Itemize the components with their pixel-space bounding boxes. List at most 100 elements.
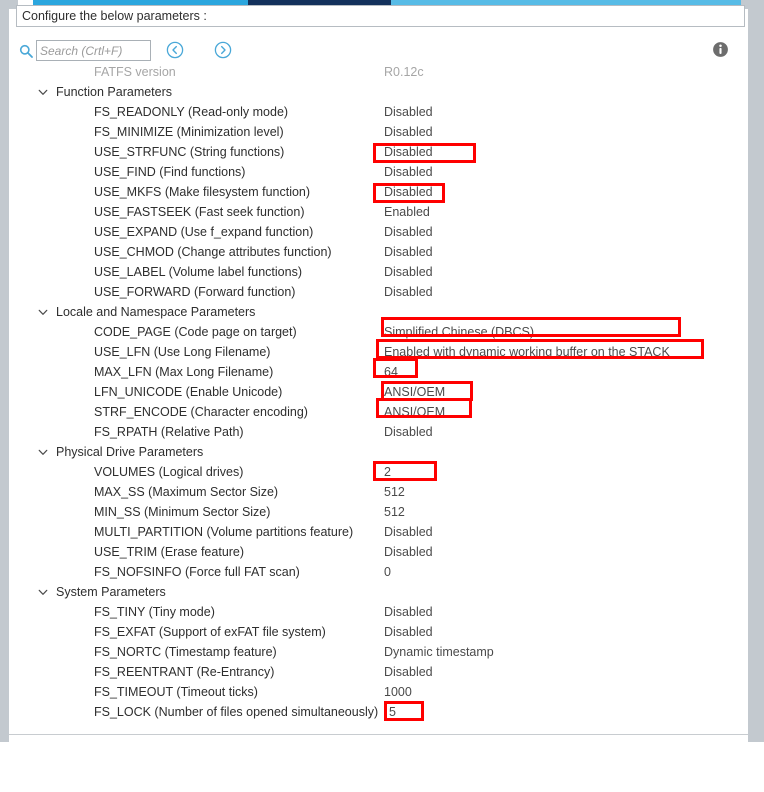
parameter-label: FS_MINIMIZE (Minimization level) [94, 125, 284, 139]
parameter-row[interactable]: FS_REENTRANT (Re-Entrancy) Disabled [16, 662, 728, 682]
parameter-row[interactable]: MIN_SS (Minimum Sector Size) 512 [16, 502, 728, 522]
parameter-label: MIN_SS (Minimum Sector Size) [94, 505, 271, 519]
chevron-down-icon[interactable] [36, 82, 50, 102]
configure-header-text: Configure the below parameters : [22, 9, 207, 23]
vertical-scrollbar-track[interactable] [737, 62, 747, 734]
parameter-value[interactable]: Disabled [384, 542, 433, 562]
parameter-value[interactable]: R0.12c [384, 62, 424, 82]
parameter-rows: FATFS version R0.12c Function Parameters FS… [16, 62, 728, 722]
parameter-value[interactable]: Disabled [384, 282, 433, 302]
parameter-label: USE_CHMOD (Change attributes function) [94, 245, 332, 259]
right-rail [748, 9, 764, 742]
parameter-value[interactable]: Simplified Chinese (DBCS) [384, 322, 534, 342]
parameter-value[interactable]: Disabled [384, 262, 433, 282]
parameter-value[interactable]: Dynamic timestamp [384, 642, 494, 662]
parameter-value[interactable]: Disabled [384, 162, 433, 182]
parameter-row[interactable]: FS_TIMEOUT (Timeout ticks) 1000 [16, 682, 728, 702]
next-circle-icon[interactable] [214, 41, 232, 59]
group-label: System Parameters [56, 585, 166, 599]
group-label: Locale and Namespace Parameters [56, 305, 256, 319]
parameter-value[interactable]: 0 [384, 562, 391, 582]
parameter-row[interactable]: USE_MKFS (Make filesystem function) Disab… [16, 182, 728, 203]
parameter-label: FS_NORTC (Timestamp feature) [94, 645, 277, 659]
parameter-row[interactable]: FS_READONLY (Read-only mode) Disabled [16, 102, 728, 122]
parameter-value[interactable]: Disabled [384, 122, 433, 142]
parameter-value[interactable]: Disabled [384, 102, 433, 122]
parameter-row[interactable]: USE_FORWARD (Forward function) Disabled [16, 282, 728, 302]
parameter-row[interactable]: FS_EXFAT (Support of exFAT file system) D… [16, 622, 728, 642]
parameter-value[interactable]: 1000 [384, 682, 412, 702]
parameter-row[interactable]: USE_LFN (Use Long Filename) Enabled with … [16, 339, 728, 362]
parameter-row[interactable]: USE_CHMOD (Change attributes function) Di… [16, 242, 728, 262]
parameter-value[interactable]: Disabled [384, 182, 433, 202]
parameter-row[interactable]: USE_TRIM (Erase feature) Disabled [16, 542, 728, 562]
parameter-label: FS_RPATH (Relative Path) [94, 425, 244, 439]
parameter-group-row[interactable]: Function Parameters [16, 82, 728, 102]
parameter-label: MAX_SS (Maximum Sector Size) [94, 485, 279, 499]
parameter-row[interactable]: USE_FIND (Find functions) Disabled [16, 162, 728, 182]
parameter-value[interactable]: ANSI/OEM [384, 402, 445, 422]
parameter-row[interactable]: FS_NORTC (Timestamp feature) Dynamic time… [16, 642, 728, 662]
parameter-row[interactable]: FS_RPATH (Relative Path) Disabled [16, 422, 728, 442]
fatfs-configuration-window: Configure the below parameters : Search … [0, 0, 764, 743]
parameter-value[interactable]: Enabled with dynamic working buffer on t… [384, 342, 670, 362]
parameter-row[interactable]: USE_LABEL (Volume label functions) Disabl… [16, 262, 728, 282]
parameter-value[interactable]: Disabled [384, 242, 433, 262]
chevron-down-icon[interactable] [36, 582, 50, 602]
chevron-down-icon[interactable] [36, 442, 50, 462]
parameter-value[interactable]: Disabled [384, 622, 433, 642]
parameter-label: USE_FIND (Find functions) [94, 165, 246, 179]
parameter-label: FATFS version [94, 65, 176, 79]
group-label: Physical Drive Parameters [56, 445, 204, 459]
parameter-label: USE_FORWARD (Forward function) [94, 285, 296, 299]
parameter-label: MULTI_PARTITION (Volume partitions featu… [94, 525, 354, 539]
configure-header-bar: Configure the below parameters : [16, 5, 745, 27]
parameter-value[interactable]: Disabled [384, 522, 433, 542]
parameter-label: MAX_LFN (Max Long Filename) [94, 365, 274, 379]
parameter-row[interactable]: USE_EXPAND (Use f_expand function) Disabl… [16, 222, 728, 242]
annotation-highlight-box [373, 461, 437, 481]
parameter-row[interactable]: FATFS version R0.12c [16, 62, 728, 82]
parameter-row[interactable]: MAX_LFN (Max Long Filename) 64 [16, 358, 728, 382]
parameter-row[interactable]: LFN_UNICODE (Enable Unicode) ANSI/OEM [16, 381, 728, 402]
parameter-value[interactable]: 512 [384, 482, 405, 502]
search-input[interactable] [36, 40, 151, 61]
parameter-row[interactable]: FS_TINY (Tiny mode) Disabled [16, 602, 728, 622]
parameter-value[interactable]: Disabled [384, 662, 433, 682]
info-icon[interactable] [712, 41, 729, 58]
parameter-label: USE_FASTSEEK (Fast seek function) [94, 205, 305, 219]
parameter-row[interactable]: FS_MINIMIZE (Minimization level) Disabled [16, 122, 728, 142]
parameter-label: USE_MKFS (Make filesystem function) [94, 185, 311, 199]
parameter-value[interactable]: 2 [384, 462, 391, 482]
parameter-value[interactable]: Disabled [384, 422, 433, 442]
parameter-value[interactable]: 64 [384, 362, 398, 382]
parameter-label: STRF_ENCODE (Character encoding) [94, 405, 308, 419]
parameter-row[interactable]: STRF_ENCODE (Character encoding) ANSI/OEM [16, 398, 728, 422]
parameter-value[interactable]: Disabled [384, 222, 433, 242]
parameter-group-row[interactable]: System Parameters [16, 582, 728, 602]
parameter-label: USE_LFN (Use Long Filename) [94, 345, 271, 359]
parameter-row[interactable]: MULTI_PARTITION (Volume partitions featu… [16, 522, 728, 542]
parameter-value[interactable]: Disabled [384, 142, 433, 162]
parameter-value[interactable]: ANSI/OEM [384, 382, 445, 402]
parameter-row[interactable]: MAX_SS (Maximum Sector Size) 512 [16, 482, 728, 502]
parameter-row[interactable]: FS_LOCK (Number of files opened simultan… [16, 701, 728, 722]
parameter-value[interactable]: 512 [384, 502, 405, 522]
parameter-label: FS_REENTRANT (Re-Entrancy) [94, 665, 275, 679]
parameter-value[interactable]: Disabled [384, 602, 433, 622]
parameter-value[interactable]: Enabled [384, 202, 430, 222]
parameter-label: USE_STRFUNC (String functions) [94, 145, 285, 159]
parameter-group-row[interactable]: Physical Drive Parameters [16, 442, 728, 462]
parameter-row[interactable]: USE_STRFUNC (String functions) Disabled [16, 142, 728, 163]
parameter-label: CODE_PAGE (Code page on target) [94, 325, 297, 339]
parameter-label: USE_TRIM (Erase feature) [94, 545, 245, 559]
parameter-value[interactable]: 5 [389, 702, 396, 722]
chevron-down-icon[interactable] [36, 302, 50, 322]
parameters-pane: FATFS version R0.12c Function Parameters FS… [16, 62, 745, 735]
parameter-row[interactable]: VOLUMES (Logical drives) 2 [16, 461, 728, 482]
parameter-row[interactable]: USE_FASTSEEK (Fast seek function) Enabled [16, 202, 728, 222]
parameter-group-row[interactable]: Locale and Namespace Parameters [16, 302, 728, 322]
parameter-row[interactable]: CODE_PAGE (Code page on target) Simplifie… [16, 317, 728, 342]
parameter-row[interactable]: FS_NOFSINFO (Force full FAT scan) 0 [16, 562, 728, 582]
previous-circle-icon[interactable] [166, 41, 184, 59]
